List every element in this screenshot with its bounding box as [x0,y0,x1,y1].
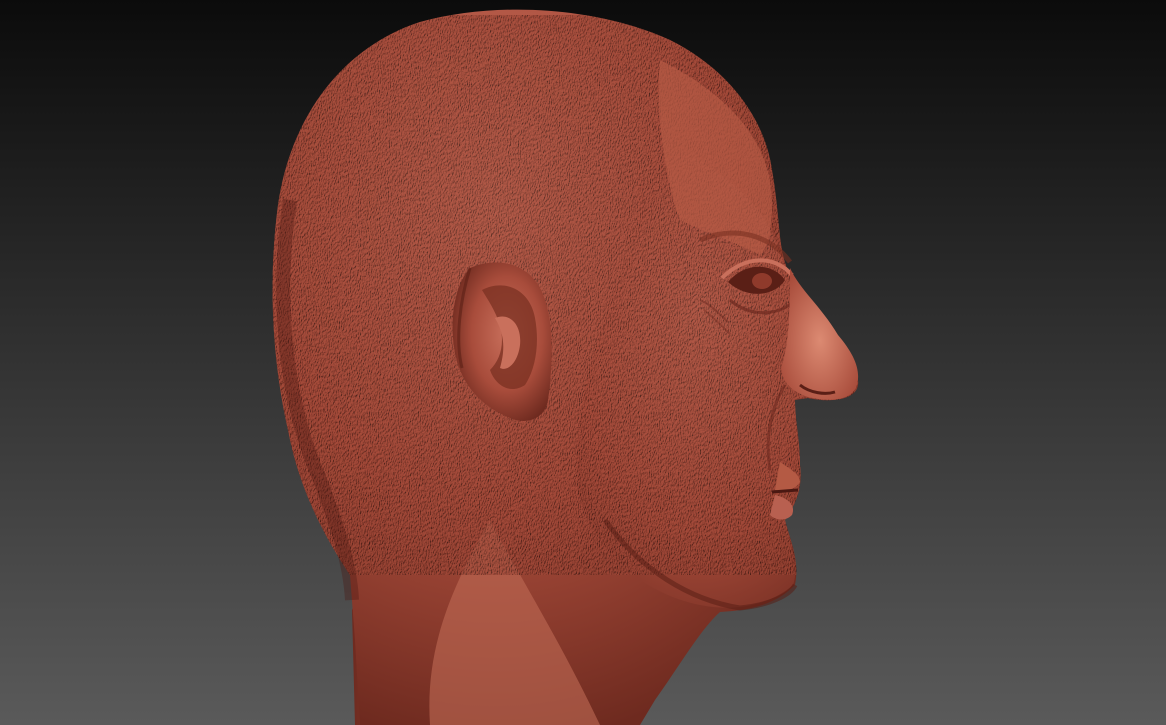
sculpt-viewport[interactable] [0,0,1166,725]
sculpt-canvas[interactable] [0,0,1166,725]
